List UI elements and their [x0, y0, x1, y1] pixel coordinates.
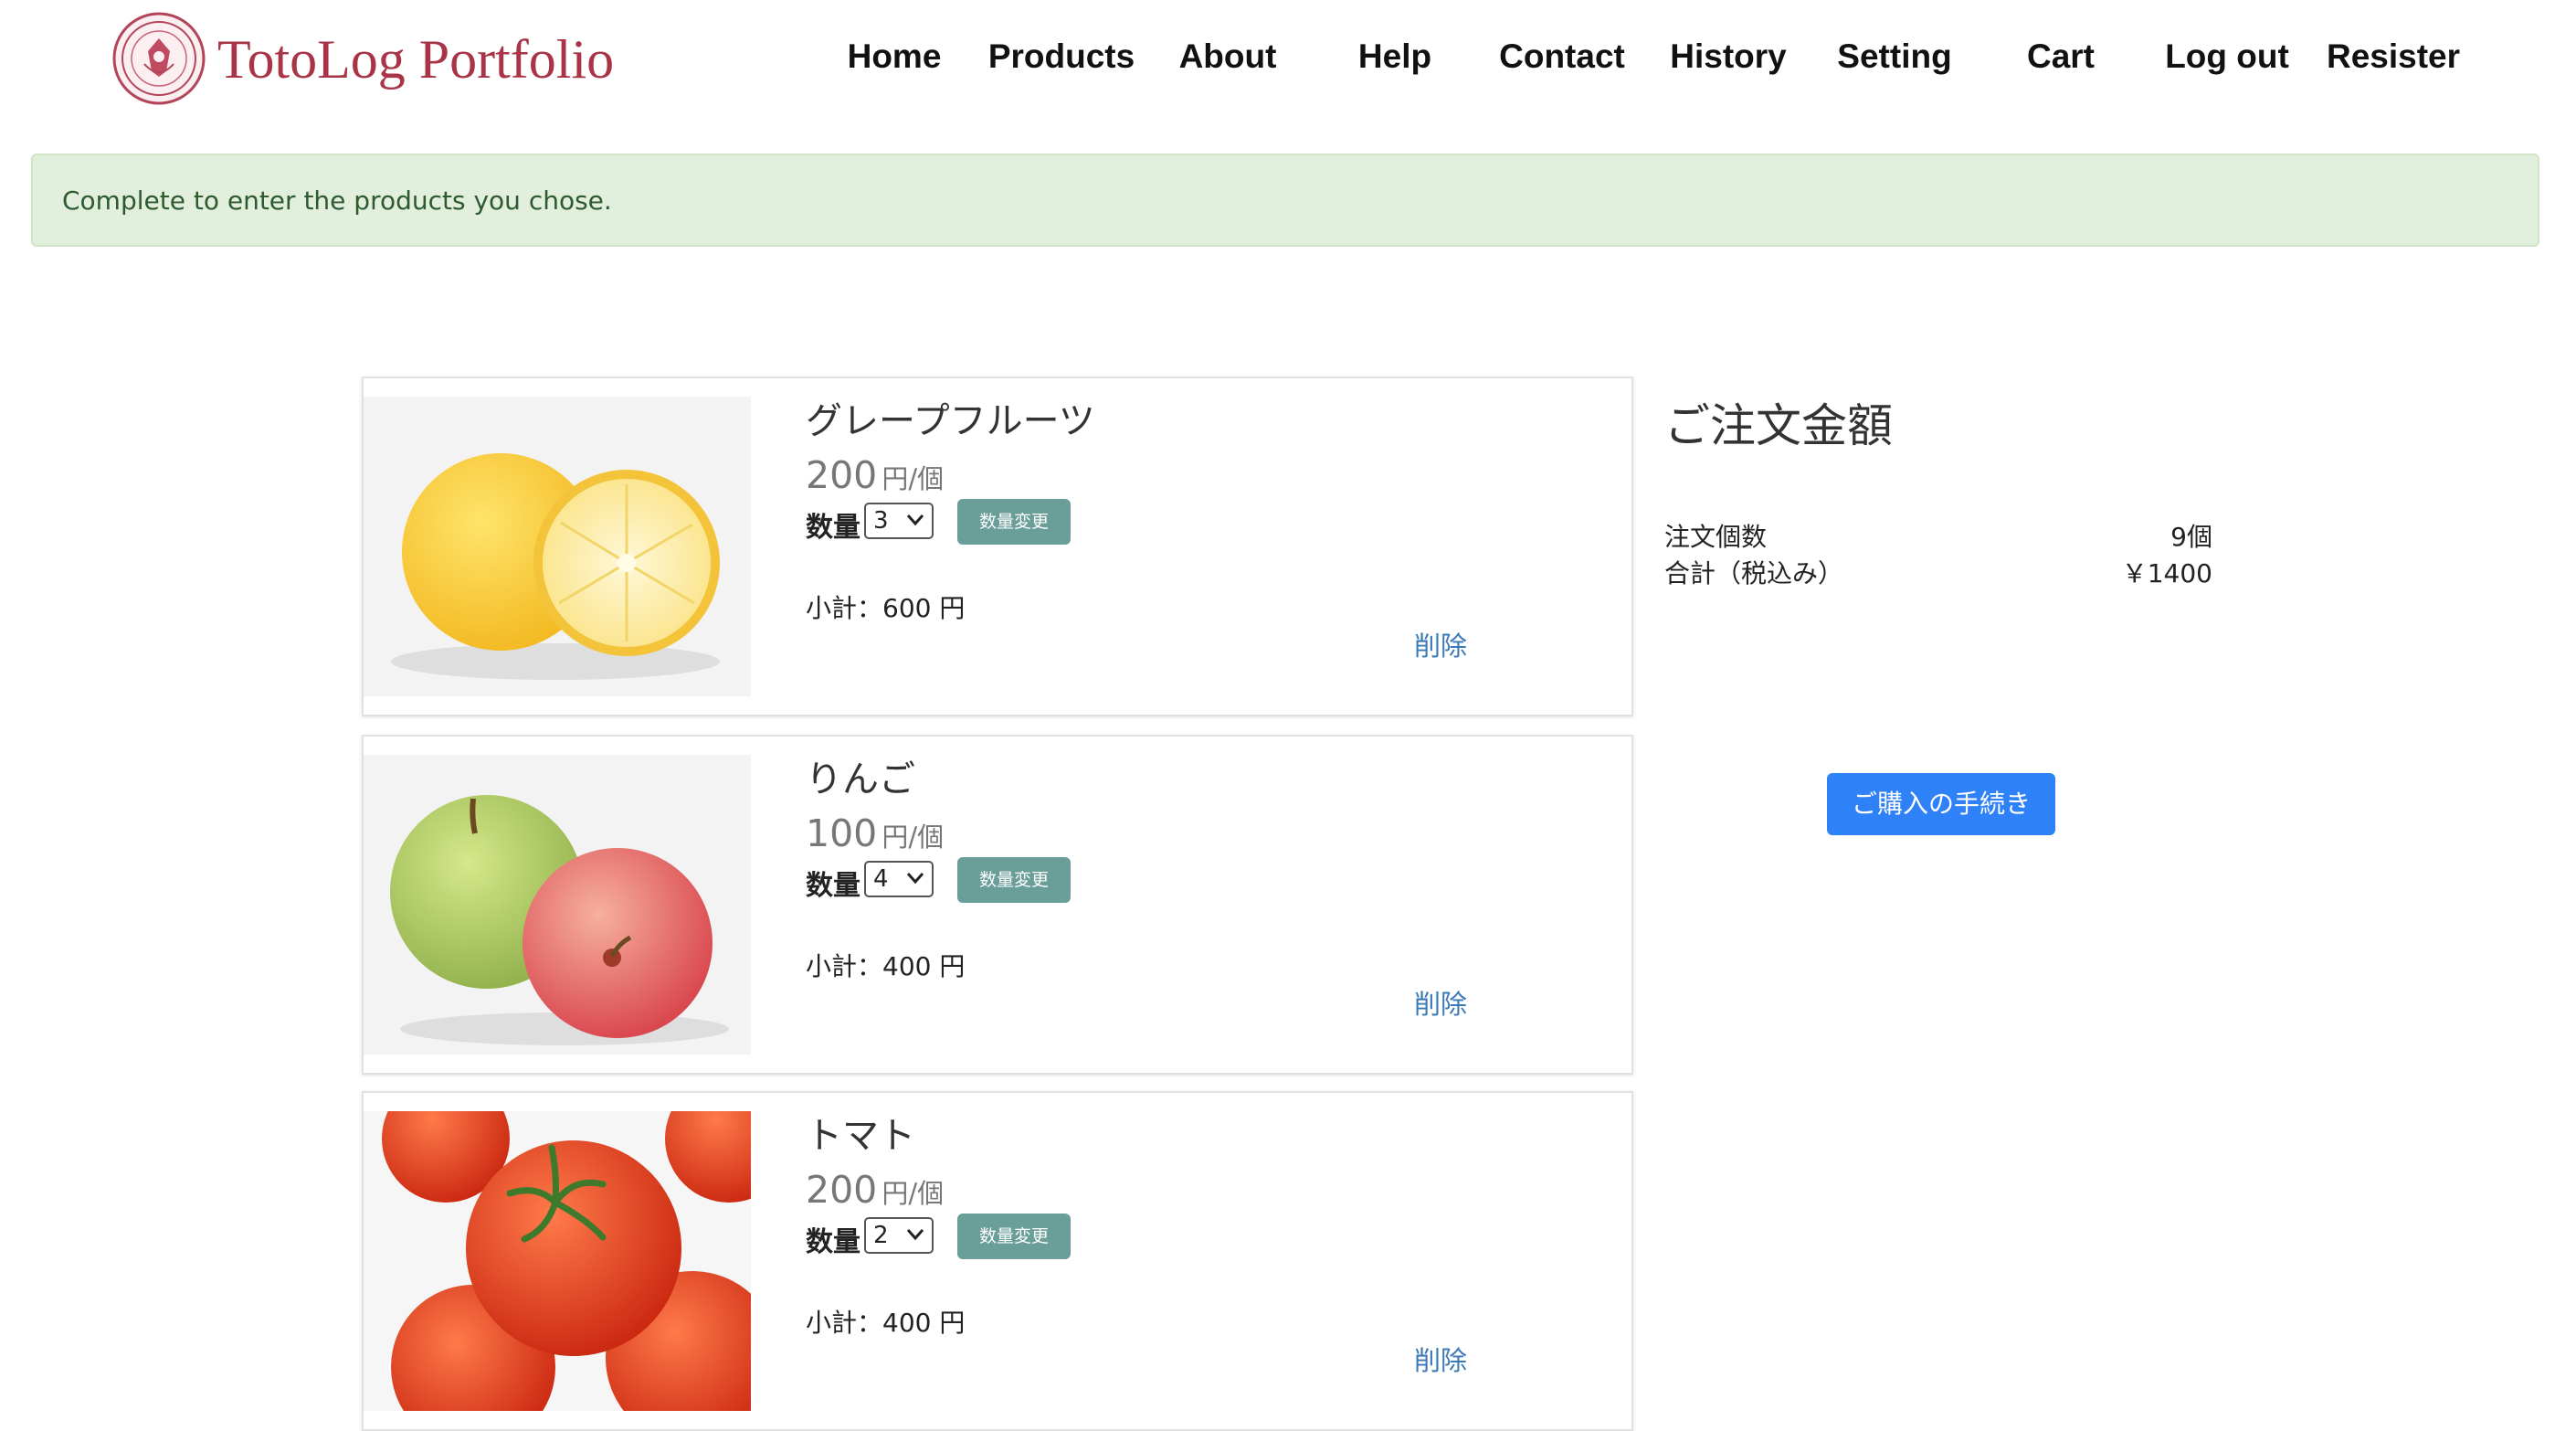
- nav-home[interactable]: Home: [848, 33, 942, 80]
- order-total-value: ￥1400: [2121, 558, 2212, 588]
- unit-price: 200 円/個: [806, 453, 945, 497]
- order-count-label: 注文個数: [1664, 522, 1768, 552]
- product-name: グレープフルーツ: [806, 400, 1095, 442]
- product-image-grapefruit: [364, 397, 751, 696]
- chevron-down-icon: [906, 873, 924, 885]
- alert-message: Complete to enter the products you chose…: [62, 186, 612, 216]
- success-alert: Complete to enter the products you chose…: [31, 154, 2539, 247]
- product-name: りんご: [806, 758, 915, 800]
- subtotal: 小計：400 円: [806, 1308, 966, 1338]
- subtotal: 小計：400 円: [806, 951, 966, 981]
- delete-link[interactable]: 削除: [1414, 625, 1467, 663]
- delete-link[interactable]: 削除: [1414, 1340, 1467, 1378]
- product-image-tomato: [364, 1111, 751, 1411]
- subtotal: 小計：600 円: [806, 593, 966, 623]
- quantity-select[interactable]: 4: [864, 861, 934, 897]
- product-image-apple: [364, 755, 751, 1055]
- unit-price: 200 円/個: [806, 1168, 945, 1212]
- nav-cart[interactable]: Cart: [2027, 33, 2095, 80]
- quantity-select[interactable]: 3: [864, 503, 934, 539]
- nav-contact[interactable]: Contact: [1499, 33, 1625, 80]
- cart-item-card: トマト 200 円/個 数量 2 数量変更 小計：400 円 削除: [362, 1091, 1633, 1431]
- nav-help[interactable]: Help: [1358, 33, 1431, 80]
- quantity-label: 数量: [806, 870, 860, 902]
- quantity-label: 数量: [806, 512, 860, 544]
- order-total-row: 合計（税込み） ￥1400: [1664, 554, 2212, 590]
- nav-setting[interactable]: Setting: [1837, 33, 1951, 80]
- nav-history[interactable]: History: [1670, 33, 1786, 80]
- update-quantity-button[interactable]: 数量変更: [957, 499, 1071, 545]
- nav-about[interactable]: About: [1179, 33, 1277, 80]
- order-count-row: 注文個数 9個: [1664, 517, 2212, 554]
- order-total-label: 合計（税込み）: [1664, 558, 1844, 588]
- nav-resister[interactable]: Resister: [2327, 33, 2460, 80]
- quantity-label: 数量: [806, 1226, 860, 1258]
- chevron-down-icon: [906, 1229, 924, 1241]
- header: TotoLog Portfolio Home Products About He…: [0, 0, 2576, 128]
- chevron-down-icon: [906, 514, 924, 526]
- update-quantity-button[interactable]: 数量変更: [957, 1214, 1071, 1259]
- brand-title[interactable]: TotoLog Portfolio: [217, 27, 614, 91]
- checkout-button[interactable]: ご購入の手続き: [1827, 773, 2055, 835]
- logo-emblem-icon[interactable]: [111, 11, 206, 106]
- update-quantity-button[interactable]: 数量変更: [957, 857, 1071, 903]
- nav-products[interactable]: Products: [988, 33, 1135, 80]
- nav-log-out[interactable]: Log out: [2165, 33, 2289, 80]
- cart-item-card: りんご 100 円/個 数量 4 数量変更 小計：400 円 削除: [362, 735, 1633, 1075]
- delete-link[interactable]: 削除: [1414, 983, 1467, 1022]
- order-count-value: 9個: [2170, 522, 2212, 552]
- order-summary-title: ご注文金額: [1664, 399, 1893, 452]
- product-name: トマト: [806, 1115, 915, 1157]
- cart-item-card: グレープフルーツ 200 円/個 数量 3 数量変更 小計：600 円 削除: [362, 376, 1633, 716]
- quantity-select[interactable]: 2: [864, 1217, 934, 1254]
- unit-price: 100 円/個: [806, 811, 945, 855]
